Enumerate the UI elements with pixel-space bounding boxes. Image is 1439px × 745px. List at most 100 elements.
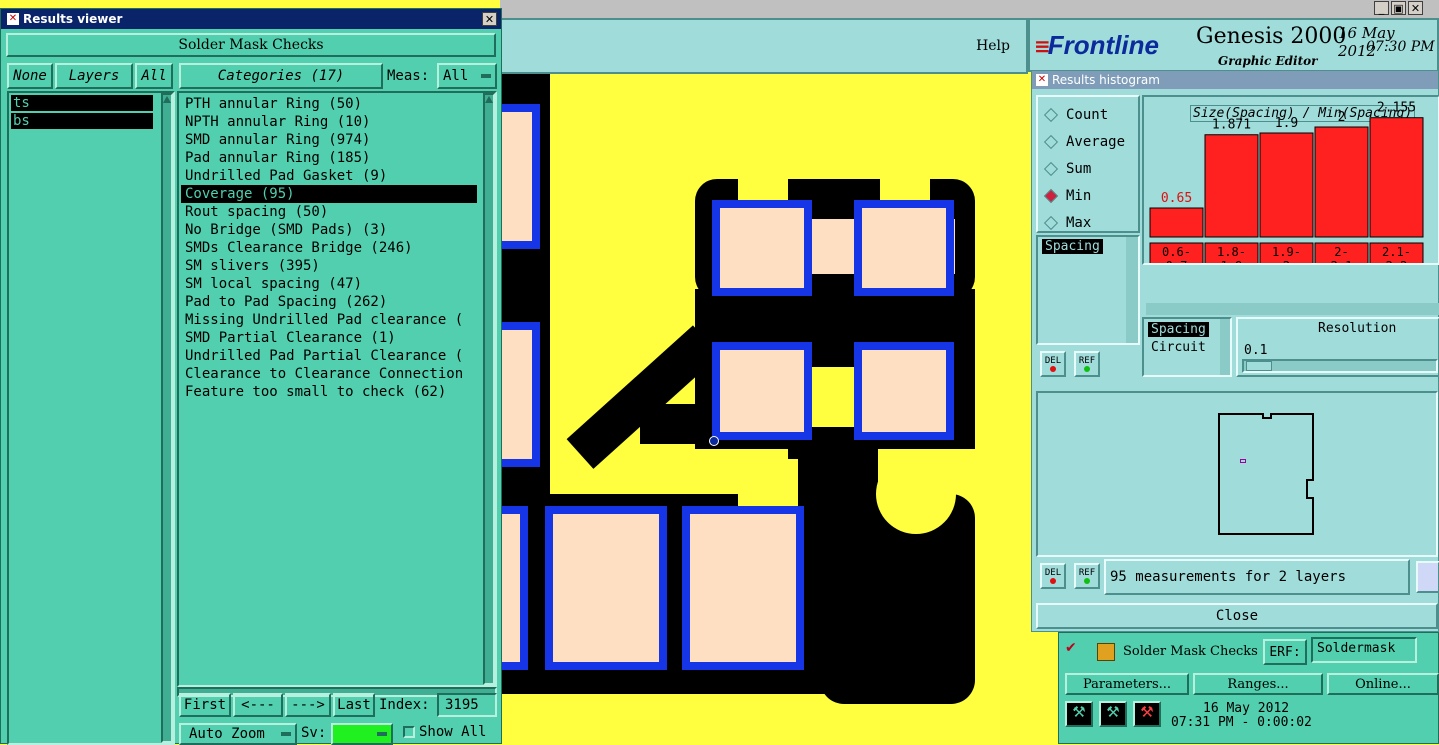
mode-option[interactable]: Sum bbox=[1043, 155, 1125, 182]
next-button[interactable]: ---> bbox=[285, 693, 331, 717]
categories-list[interactable]: PTH annular Ring (50) NPTH annular Ring (… bbox=[177, 91, 497, 687]
category-label: 2 bbox=[1283, 259, 1290, 265]
mode-option[interactable]: Average bbox=[1043, 128, 1125, 155]
mode-option[interactable]: Min bbox=[1043, 182, 1125, 209]
ref-button[interactable]: REF bbox=[1074, 563, 1100, 589]
mid-measure-list[interactable]: Spacing Circuit bbox=[1142, 317, 1232, 377]
slider-thumb[interactable] bbox=[1246, 361, 1272, 371]
category-item[interactable]: Undrilled Pad Gasket (9) bbox=[181, 167, 477, 185]
online-button[interactable]: Online... bbox=[1327, 673, 1439, 695]
category-label: 2- bbox=[1334, 245, 1348, 259]
del-button[interactable]: DEL bbox=[1040, 563, 1066, 589]
list-scrollbar[interactable] bbox=[1220, 319, 1230, 375]
stop-icon[interactable]: ⚒ bbox=[1133, 701, 1161, 727]
close-button[interactable]: Close bbox=[1036, 603, 1438, 629]
del-button[interactable]: DEL bbox=[1040, 351, 1066, 377]
layer-item[interactable]: ts bbox=[11, 95, 153, 111]
auto-zoom-select[interactable]: Auto Zoom bbox=[179, 723, 297, 745]
close-icon[interactable]: ✕ bbox=[1408, 1, 1423, 15]
run-icon[interactable]: ⚒ bbox=[1065, 701, 1093, 727]
resolution-slider[interactable] bbox=[1242, 359, 1438, 373]
category-item[interactable]: No Bridge (SMD Pads) (3) bbox=[181, 221, 477, 239]
mode-label: Min bbox=[1066, 187, 1092, 204]
category-label: 1.9- bbox=[1272, 245, 1301, 259]
minimize-icon[interactable]: _ bbox=[1374, 1, 1389, 15]
category-label: 1.9 bbox=[1221, 259, 1243, 265]
parameters-button[interactable]: Parameters... bbox=[1065, 673, 1189, 695]
category-label: 1.8- bbox=[1217, 245, 1246, 259]
left-measure-list[interactable]: Spacing bbox=[1036, 235, 1140, 345]
mode-label: Max bbox=[1066, 214, 1092, 231]
category-item[interactable]: Clearance to Clearance Connection bbox=[181, 365, 477, 383]
histogram-bar[interactable] bbox=[1369, 117, 1424, 238]
scroll-up-icon[interactable] bbox=[163, 96, 171, 103]
histogram-bar[interactable] bbox=[1314, 126, 1369, 238]
histogram-chart: 0.650.6-0.71.8711.8-1.91.91.9-222-2.12.1… bbox=[1149, 101, 1424, 265]
first-button[interactable]: First bbox=[179, 693, 231, 717]
mode-option[interactable]: Count bbox=[1043, 101, 1125, 128]
marker-icon bbox=[1240, 459, 1246, 463]
layers-list[interactable]: ts bs bbox=[7, 91, 175, 745]
layers-tab[interactable]: Layers bbox=[55, 63, 133, 89]
mode-option[interactable]: Max bbox=[1043, 209, 1125, 236]
graph-hscrollbar[interactable] bbox=[1146, 303, 1439, 315]
bar-value-label: 1.871 bbox=[1212, 118, 1251, 133]
index-input[interactable]: 3195 bbox=[437, 693, 497, 717]
category-item[interactable]: Coverage (95) bbox=[181, 185, 477, 203]
category-item[interactable]: Pad annular Ring (185) bbox=[181, 149, 477, 167]
category-item[interactable]: Feature too small to check (62) bbox=[181, 383, 477, 401]
run-region-icon[interactable]: ⚒ bbox=[1099, 701, 1127, 727]
histogram-bar[interactable] bbox=[1149, 207, 1204, 238]
category-item[interactable]: SMD Partial Clearance (1) bbox=[181, 329, 477, 347]
export-icon[interactable] bbox=[1416, 561, 1439, 593]
active-check-icon[interactable]: ✔ bbox=[1065, 641, 1079, 655]
category-item[interactable]: SMD annular Ring (974) bbox=[181, 131, 477, 149]
layers-all-button[interactable]: All bbox=[135, 63, 173, 89]
app-titlebar bbox=[500, 0, 1439, 18]
frontline-logo: ≡ Frontline bbox=[1034, 30, 1159, 61]
category-item[interactable]: SM local spacing (47) bbox=[181, 275, 477, 293]
results-viewer-titlebar[interactable]: ✕ Results viewer ✕ bbox=[1, 9, 501, 29]
measurements-status: 95 measurements for 2 layers bbox=[1104, 559, 1410, 595]
show-all-checkbox[interactable] bbox=[403, 726, 415, 738]
green-dot-icon bbox=[1084, 366, 1090, 372]
last-button[interactable]: Last bbox=[333, 693, 375, 717]
scroll-up-icon[interactable] bbox=[485, 96, 493, 103]
category-item[interactable]: SMDs Clearance Bridge (246) bbox=[181, 239, 477, 257]
histogram-bar[interactable] bbox=[1204, 134, 1259, 238]
logo-mark-icon: ≡ bbox=[1034, 33, 1051, 58]
checklist-icon bbox=[1097, 643, 1115, 661]
list-item[interactable]: Spacing bbox=[1148, 322, 1209, 337]
layers-none-button[interactable]: None bbox=[7, 63, 53, 89]
resolution-panel: Resolution 0.1 bbox=[1236, 317, 1439, 377]
category-item[interactable]: Pad to Pad Spacing (262) bbox=[181, 293, 477, 311]
ref-button[interactable]: REF bbox=[1074, 351, 1100, 377]
list-item[interactable]: Spacing bbox=[1042, 239, 1103, 254]
erf-input[interactable]: Soldermask bbox=[1311, 637, 1417, 663]
layers-scrollbar[interactable] bbox=[161, 93, 173, 743]
smd-pad bbox=[712, 200, 812, 296]
category-item[interactable]: SM slivers (395) bbox=[181, 257, 477, 275]
categories-tab[interactable]: Categories (17) bbox=[179, 63, 383, 89]
category-item[interactable]: PTH annular Ring (50) bbox=[181, 95, 477, 113]
graphic-canvas[interactable] bbox=[500, 74, 1030, 744]
category-item[interactable]: Undrilled Pad Partial Clearance ( bbox=[181, 347, 477, 365]
category-item[interactable]: NPTH annular Ring (10) bbox=[181, 113, 477, 131]
help-menu[interactable]: Help bbox=[976, 38, 1010, 54]
layer-item[interactable]: bs bbox=[11, 113, 153, 129]
histogram-bar[interactable] bbox=[1259, 132, 1314, 238]
meas-select[interactable]: All bbox=[437, 63, 497, 89]
sv-color-select[interactable] bbox=[331, 723, 393, 745]
ranges-button[interactable]: Ranges... bbox=[1193, 673, 1323, 695]
histogram-titlebar[interactable]: ✕ Results histogram bbox=[1032, 71, 1438, 89]
prev-button[interactable]: <--- bbox=[233, 693, 283, 717]
board-preview[interactable] bbox=[1036, 391, 1438, 557]
category-item[interactable]: Rout spacing (50) bbox=[181, 203, 477, 221]
list-item[interactable]: Circuit bbox=[1151, 340, 1206, 355]
close-icon[interactable]: ✕ bbox=[482, 12, 497, 26]
category-item[interactable]: Missing Undrilled Pad clearance ( bbox=[181, 311, 477, 329]
auto-zoom-label: Auto Zoom bbox=[189, 726, 265, 742]
list-scrollbar[interactable] bbox=[1126, 237, 1138, 343]
restore-icon[interactable]: ▣ bbox=[1391, 1, 1406, 15]
categories-scrollbar[interactable] bbox=[483, 93, 495, 685]
